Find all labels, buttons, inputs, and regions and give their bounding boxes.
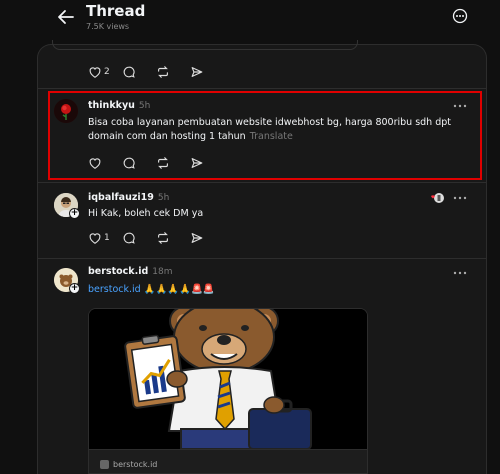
username[interactable]: iqbalfauzi19 5h	[88, 192, 169, 203]
bear-mascot-image[interactable]	[89, 309, 367, 450]
like-button[interactable]: 1	[88, 230, 122, 246]
heart-icon	[89, 233, 101, 244]
reply-button[interactable]	[122, 155, 156, 171]
more-icon[interactable]	[453, 103, 467, 109]
post-time: 5h	[138, 101, 151, 111]
repost-icon	[158, 232, 168, 244]
page-title: Thread	[86, 2, 146, 20]
username[interactable]: thinkkyu 5h	[88, 100, 150, 111]
username-text[interactable]: thinkkyu	[88, 100, 135, 111]
more-icon[interactable]	[453, 195, 467, 201]
media-footer[interactable]: berstock.id	[89, 449, 367, 473]
follow-plus-button[interactable]: +	[69, 208, 80, 219]
link-preview-card[interactable]	[52, 40, 358, 50]
post-time: 18m	[152, 267, 173, 277]
header: Thread 7.5K views	[0, 0, 500, 44]
more-icon[interactable]	[453, 270, 467, 276]
divider	[37, 182, 487, 183]
like-button[interactable]: 2	[88, 64, 122, 80]
comment-icon	[123, 157, 135, 169]
username-text[interactable]: iqbalfauzi19	[88, 192, 154, 203]
rose-icon	[54, 99, 78, 123]
more-options-icon[interactable]	[452, 8, 468, 24]
bear-mascot-illustration	[89, 309, 367, 450]
post-text: Bisa coba layanan pembuatan website idwe…	[88, 116, 458, 144]
follow-plus-button[interactable]: +	[69, 283, 80, 294]
author-liked-badge-icon	[431, 193, 444, 203]
media-domain[interactable]: berstock.id	[113, 460, 157, 469]
media-card[interactable]: berstock.id	[88, 308, 368, 474]
like-count: 1	[104, 233, 110, 243]
post-actions	[88, 155, 224, 171]
repost-button[interactable]	[156, 230, 190, 246]
username-text[interactable]: berstock.id	[88, 266, 148, 277]
view-count: 7.5K views	[86, 22, 130, 31]
comment-icon	[123, 232, 135, 244]
heart-icon	[89, 158, 101, 169]
repost-icon	[158, 157, 168, 169]
share-button[interactable]	[190, 230, 224, 246]
repost-button[interactable]	[156, 155, 190, 171]
post-body: berstock.id 🙏🙏🙏🙏🚨🚨	[88, 283, 215, 297]
divider	[37, 258, 487, 259]
translate-link[interactable]: Translate	[250, 131, 293, 142]
post-body: Hi Kak, boleh cek DM ya	[88, 208, 204, 219]
profile-link[interactable]: berstock.id	[88, 284, 141, 295]
like-count: 2	[104, 67, 110, 77]
divider	[37, 88, 487, 89]
repost-button[interactable]	[156, 64, 190, 80]
repost-icon	[158, 66, 168, 78]
reply-button[interactable]	[122, 64, 156, 80]
post-time: 5h	[157, 193, 170, 203]
heart-icon	[89, 67, 101, 78]
send-icon	[191, 233, 203, 243]
reply-button[interactable]	[122, 230, 156, 246]
share-button[interactable]	[190, 64, 224, 80]
emoji-text: 🙏🙏🙏🙏🚨🚨	[143, 284, 215, 295]
post-actions: 1	[88, 230, 224, 246]
username[interactable]: berstock.id 18m	[88, 266, 173, 277]
comment-icon	[123, 66, 135, 78]
avatar[interactable]	[54, 99, 78, 123]
send-icon	[191, 67, 203, 77]
share-button[interactable]	[190, 155, 224, 171]
send-icon	[191, 158, 203, 168]
site-favicon-icon	[100, 460, 109, 469]
post-actions: 2	[88, 64, 224, 80]
back-arrow-icon[interactable]	[56, 7, 76, 27]
like-button[interactable]	[88, 155, 122, 171]
